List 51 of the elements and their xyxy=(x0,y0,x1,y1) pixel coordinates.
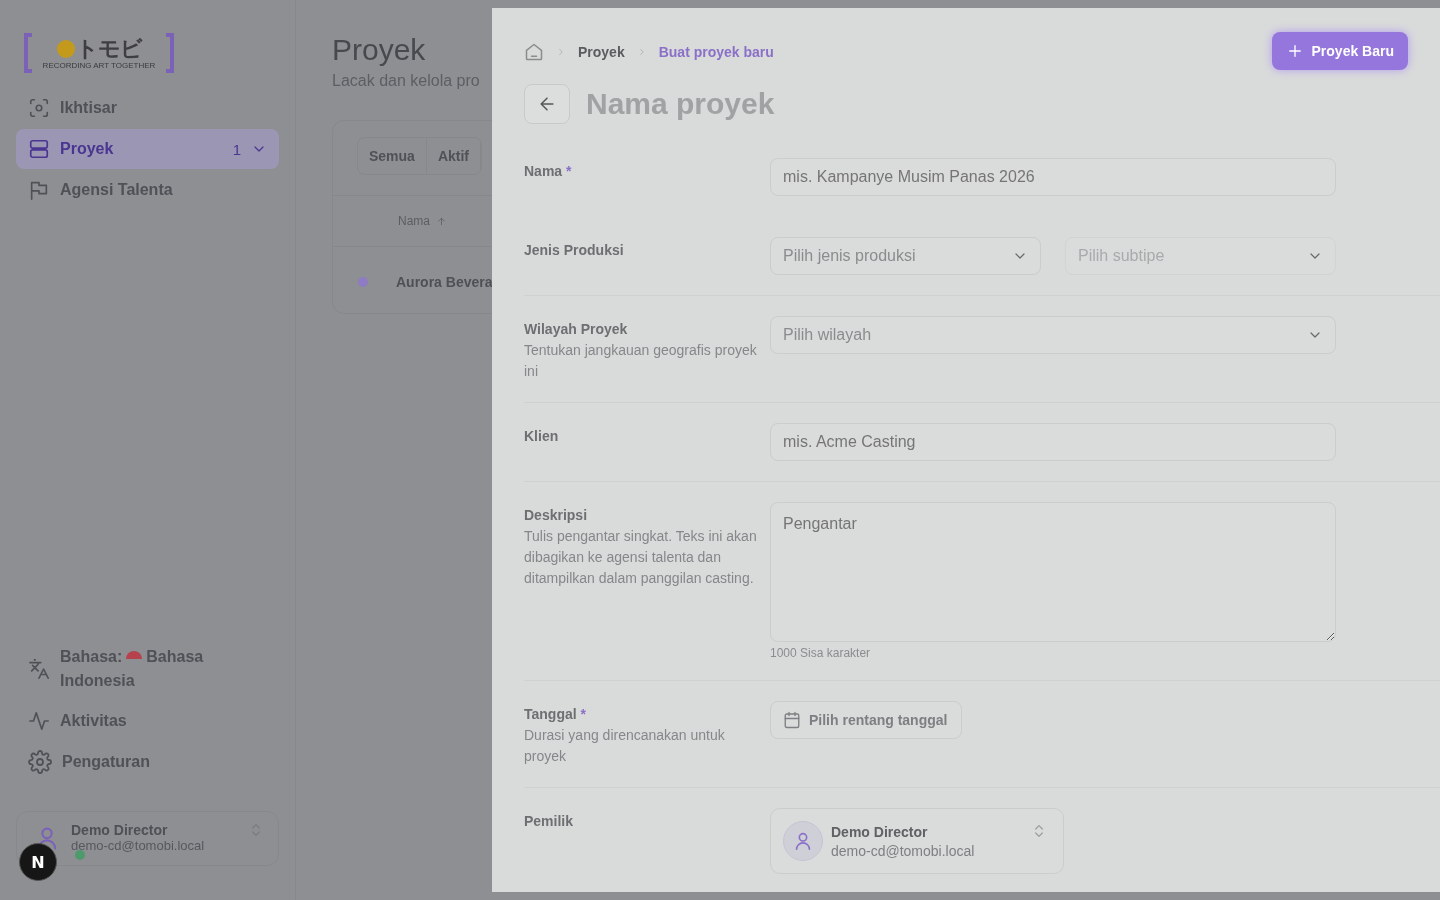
chevron-right-icon xyxy=(556,47,566,57)
description-field[interactable]: Pengantar xyxy=(770,502,1336,642)
count: 1 xyxy=(232,140,241,158)
filter-tab[interactable]: Semua xyxy=(358,138,427,174)
page-title: Proyek xyxy=(332,32,426,68)
sidebar-item[interactable]: Ikhtisar xyxy=(16,88,279,128)
online-status-dot xyxy=(75,850,85,860)
flag-icon xyxy=(126,651,143,659)
sidebar-item[interactable]: Pengaturan xyxy=(16,742,279,782)
field-label: Nama * xyxy=(524,162,573,180)
field-label: Klien xyxy=(524,427,560,445)
flag-icon xyxy=(28,179,50,201)
field-description: Durasi yang direncanakan untuk proyek xyxy=(524,726,726,766)
owner-name: Demo Director xyxy=(831,823,929,840)
translate-icon xyxy=(28,658,50,680)
table-cell: Aurora Bevera xyxy=(396,274,493,290)
sidebar-item[interactable]: Aktivitas xyxy=(16,701,279,741)
field-description: Tulis pengantar singkat. Teks ini akan dibagikan ke agensi talenta dan ditampilkan dalam panggilan casting. xyxy=(524,527,758,588)
activity-icon xyxy=(28,710,50,732)
sort-up-icon xyxy=(436,215,447,227)
select-field[interactable]: Pilih jenis produksi xyxy=(770,237,1041,275)
text-field[interactable]: mis. Acme Casting xyxy=(770,423,1336,461)
owner-select[interactable]: Demo Director demo-cd@tomobi.local xyxy=(770,808,1064,874)
field-description: Tentukan jangkauan geografis proyek ini xyxy=(524,341,758,381)
field-label: Pemilik xyxy=(524,812,575,830)
back-button[interactable] xyxy=(524,84,570,124)
owner-email: demo-cd@tomobi.local xyxy=(831,842,975,859)
dev-badge[interactable]: N xyxy=(19,843,57,881)
panel-title: Nama proyek xyxy=(586,87,775,121)
text-field[interactable]: mis. Kampanye Musim Panas 2026 xyxy=(770,158,1336,196)
sidebar-item[interactable]: Agensi Talenta xyxy=(16,170,279,210)
sidebar-item[interactable]: Proyek 1 xyxy=(16,129,279,169)
language-button[interactable]: Bahasa: Bahasa Indonesia xyxy=(16,645,279,693)
calendar-icon xyxy=(783,711,801,729)
select-field[interactable]: Pilih wilayah xyxy=(770,316,1336,354)
home-icon xyxy=(524,42,544,62)
logo: トモビ RECORDING ART TOGETHER xyxy=(24,32,174,74)
user-name: Demo Director xyxy=(71,822,169,838)
scan-icon xyxy=(28,97,50,119)
date-range-button[interactable]: Pilih rentang tanggal xyxy=(770,701,963,739)
new-project-button[interactable]: Proyek Baru xyxy=(1271,32,1408,70)
field-label: Tanggal * xyxy=(524,705,587,723)
character-count: 1000 Sisa karakter xyxy=(770,646,872,660)
filter-tab[interactable]: Aktif xyxy=(426,138,482,174)
breadcrumb-link[interactable]: Buat proyek baru xyxy=(658,44,774,60)
breadcrumb-link[interactable]: Proyek xyxy=(578,44,625,60)
field-label: Jenis Produksi xyxy=(524,241,625,259)
rows-icon xyxy=(28,138,50,160)
settings-icon xyxy=(28,750,52,774)
field-label: Wilayah Proyek xyxy=(524,320,629,338)
field-label: Deskripsi xyxy=(524,506,589,524)
